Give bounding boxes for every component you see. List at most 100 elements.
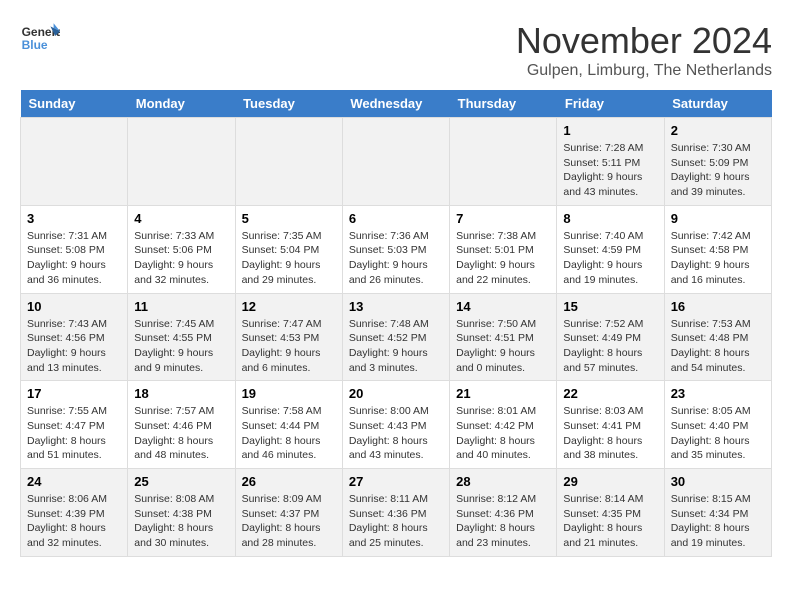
day-cell: 12Sunrise: 7:47 AM Sunset: 4:53 PM Dayli… [235, 293, 342, 381]
day-info: Sunrise: 7:42 AM Sunset: 4:58 PM Dayligh… [671, 229, 765, 288]
day-number: 27 [349, 474, 443, 489]
day-number: 28 [456, 474, 550, 489]
day-info: Sunrise: 7:40 AM Sunset: 4:59 PM Dayligh… [563, 229, 657, 288]
day-cell: 1Sunrise: 7:28 AM Sunset: 5:11 PM Daylig… [557, 118, 664, 206]
day-info: Sunrise: 8:03 AM Sunset: 4:41 PM Dayligh… [563, 404, 657, 463]
day-cell: 27 Sunrise: 8:11 AM Sunset: 4:36 PM Dayli… [342, 469, 449, 557]
day-number: 26 [242, 474, 336, 489]
day-number: 3 [27, 211, 121, 226]
day-info: Sunrise: 7:31 AM Sunset: 5:08 PM Dayligh… [27, 229, 121, 288]
day-number: 1 [563, 123, 657, 138]
day-cell: 29 Sunrise: 8:14 AM Sunset: 4:35 PM Dayli… [557, 469, 664, 557]
header-thursday: Thursday [450, 90, 557, 118]
title-area: November 2024 Gulpen, Limburg, The Nethe… [516, 20, 772, 80]
day-number: 9 [671, 211, 765, 226]
day-info: Sunrise: 7:36 AM Sunset: 5:03 PM Dayligh… [349, 229, 443, 288]
day-info: Sunrise: 7:47 AM Sunset: 4:53 PM Dayligh… [242, 317, 336, 376]
day-cell: 8Sunrise: 7:40 AM Sunset: 4:59 PM Daylig… [557, 205, 664, 293]
page: General Blue November 2024 Gulpen, Limbu… [0, 0, 792, 577]
day-info: Sunrise: 7:48 AM Sunset: 4:52 PM Dayligh… [349, 317, 443, 376]
header-saturday: Saturday [664, 90, 771, 118]
day-info: Sunrise: 8:11 AM Sunset: 4:36 PM Dayligh… [349, 492, 443, 551]
day-number: 18 [134, 386, 228, 401]
day-cell [342, 118, 449, 206]
day-info: Sunrise: 8:05 AM Sunset: 4:40 PM Dayligh… [671, 404, 765, 463]
day-cell: 20 Sunrise: 8:00 AM Sunset: 4:43 PM Dayli… [342, 381, 449, 469]
day-info: Sunrise: 7:30 AM Sunset: 5:09 PM Dayligh… [671, 141, 765, 200]
week-row-5: 24Sunrise: 8:06 AM Sunset: 4:39 PM Dayli… [21, 469, 772, 557]
day-number: 10 [27, 299, 121, 314]
day-number: 20 [349, 386, 443, 401]
day-number: 6 [349, 211, 443, 226]
day-number: 11 [134, 299, 228, 314]
header-monday: Monday [128, 90, 235, 118]
day-cell: 15Sunrise: 7:52 AM Sunset: 4:49 PM Dayli… [557, 293, 664, 381]
day-info: Sunrise: 7:38 AM Sunset: 5:01 PM Dayligh… [456, 229, 550, 288]
day-info: Sunrise: 8:14 AM Sunset: 4:35 PM Dayligh… [563, 492, 657, 551]
day-cell: 17Sunrise: 7:55 AM Sunset: 4:47 PM Dayli… [21, 381, 128, 469]
day-info: Sunrise: 7:43 AM Sunset: 4:56 PM Dayligh… [27, 317, 121, 376]
day-info: Sunrise: 7:45 AM Sunset: 4:55 PM Dayligh… [134, 317, 228, 376]
location-subtitle: Gulpen, Limburg, The Netherlands [516, 62, 772, 80]
day-number: 25 [134, 474, 228, 489]
day-number: 29 [563, 474, 657, 489]
day-cell: 21 Sunrise: 8:01 AM Sunset: 4:42 PM Dayli… [450, 381, 557, 469]
day-cell: 13 Sunrise: 7:48 AM Sunset: 4:52 PM Dayli… [342, 293, 449, 381]
day-cell: 9 Sunrise: 7:42 AM Sunset: 4:58 PM Daylig… [664, 205, 771, 293]
day-info: Sunrise: 8:00 AM Sunset: 4:43 PM Dayligh… [349, 404, 443, 463]
day-number: 13 [349, 299, 443, 314]
logo: General Blue [20, 20, 60, 56]
day-info: Sunrise: 8:01 AM Sunset: 4:42 PM Dayligh… [456, 404, 550, 463]
calendar-header-row: Sunday Monday Tuesday Wednesday Thursday… [21, 90, 772, 118]
month-title: November 2024 [516, 20, 772, 62]
day-info: Sunrise: 7:57 AM Sunset: 4:46 PM Dayligh… [134, 404, 228, 463]
day-info: Sunrise: 7:35 AM Sunset: 5:04 PM Dayligh… [242, 229, 336, 288]
header-wednesday: Wednesday [342, 90, 449, 118]
day-cell: 19Sunrise: 7:58 AM Sunset: 4:44 PM Dayli… [235, 381, 342, 469]
day-number: 23 [671, 386, 765, 401]
header-friday: Friday [557, 90, 664, 118]
day-number: 30 [671, 474, 765, 489]
header-sunday: Sunday [21, 90, 128, 118]
day-number: 21 [456, 386, 550, 401]
day-info: Sunrise: 7:55 AM Sunset: 4:47 PM Dayligh… [27, 404, 121, 463]
header-tuesday: Tuesday [235, 90, 342, 118]
day-info: Sunrise: 7:33 AM Sunset: 5:06 PM Dayligh… [134, 229, 228, 288]
day-info: Sunrise: 7:53 AM Sunset: 4:48 PM Dayligh… [671, 317, 765, 376]
day-cell [128, 118, 235, 206]
day-number: 2 [671, 123, 765, 138]
day-number: 4 [134, 211, 228, 226]
day-cell: 25Sunrise: 8:08 AM Sunset: 4:38 PM Dayli… [128, 469, 235, 557]
day-info: Sunrise: 7:58 AM Sunset: 4:44 PM Dayligh… [242, 404, 336, 463]
day-info: Sunrise: 8:12 AM Sunset: 4:36 PM Dayligh… [456, 492, 550, 551]
day-info: Sunrise: 7:50 AM Sunset: 4:51 PM Dayligh… [456, 317, 550, 376]
day-cell: 28 Sunrise: 8:12 AM Sunset: 4:36 PM Dayli… [450, 469, 557, 557]
day-cell: 7 Sunrise: 7:38 AM Sunset: 5:01 PM Daylig… [450, 205, 557, 293]
week-row-1: 1Sunrise: 7:28 AM Sunset: 5:11 PM Daylig… [21, 118, 772, 206]
day-cell: 24Sunrise: 8:06 AM Sunset: 4:39 PM Dayli… [21, 469, 128, 557]
day-cell: 22 Sunrise: 8:03 AM Sunset: 4:41 PM Dayli… [557, 381, 664, 469]
day-cell: 6 Sunrise: 7:36 AM Sunset: 5:03 PM Daylig… [342, 205, 449, 293]
svg-text:Blue: Blue [22, 38, 48, 52]
week-row-4: 17Sunrise: 7:55 AM Sunset: 4:47 PM Dayli… [21, 381, 772, 469]
day-number: 16 [671, 299, 765, 314]
week-row-3: 10 Sunrise: 7:43 AM Sunset: 4:56 PM Dayli… [21, 293, 772, 381]
day-number: 22 [563, 386, 657, 401]
day-cell: 23 Sunrise: 8:05 AM Sunset: 4:40 PM Dayli… [664, 381, 771, 469]
day-number: 14 [456, 299, 550, 314]
day-cell: 14 Sunrise: 7:50 AM Sunset: 4:51 PM Dayli… [450, 293, 557, 381]
day-cell: 11 Sunrise: 7:45 AM Sunset: 4:55 PM Dayli… [128, 293, 235, 381]
day-cell: 18 Sunrise: 7:57 AM Sunset: 4:46 PM Dayli… [128, 381, 235, 469]
day-number: 7 [456, 211, 550, 226]
day-info: Sunrise: 8:15 AM Sunset: 4:34 PM Dayligh… [671, 492, 765, 551]
day-number: 15 [563, 299, 657, 314]
logo-icon: General Blue [20, 20, 60, 56]
day-cell: 4 Sunrise: 7:33 AM Sunset: 5:06 PM Daylig… [128, 205, 235, 293]
day-number: 5 [242, 211, 336, 226]
day-info: Sunrise: 8:09 AM Sunset: 4:37 PM Dayligh… [242, 492, 336, 551]
day-cell [21, 118, 128, 206]
day-cell: 30 Sunrise: 8:15 AM Sunset: 4:34 PM Dayli… [664, 469, 771, 557]
day-cell: 3 Sunrise: 7:31 AM Sunset: 5:08 PM Daylig… [21, 205, 128, 293]
week-row-2: 3 Sunrise: 7:31 AM Sunset: 5:08 PM Daylig… [21, 205, 772, 293]
day-cell [450, 118, 557, 206]
